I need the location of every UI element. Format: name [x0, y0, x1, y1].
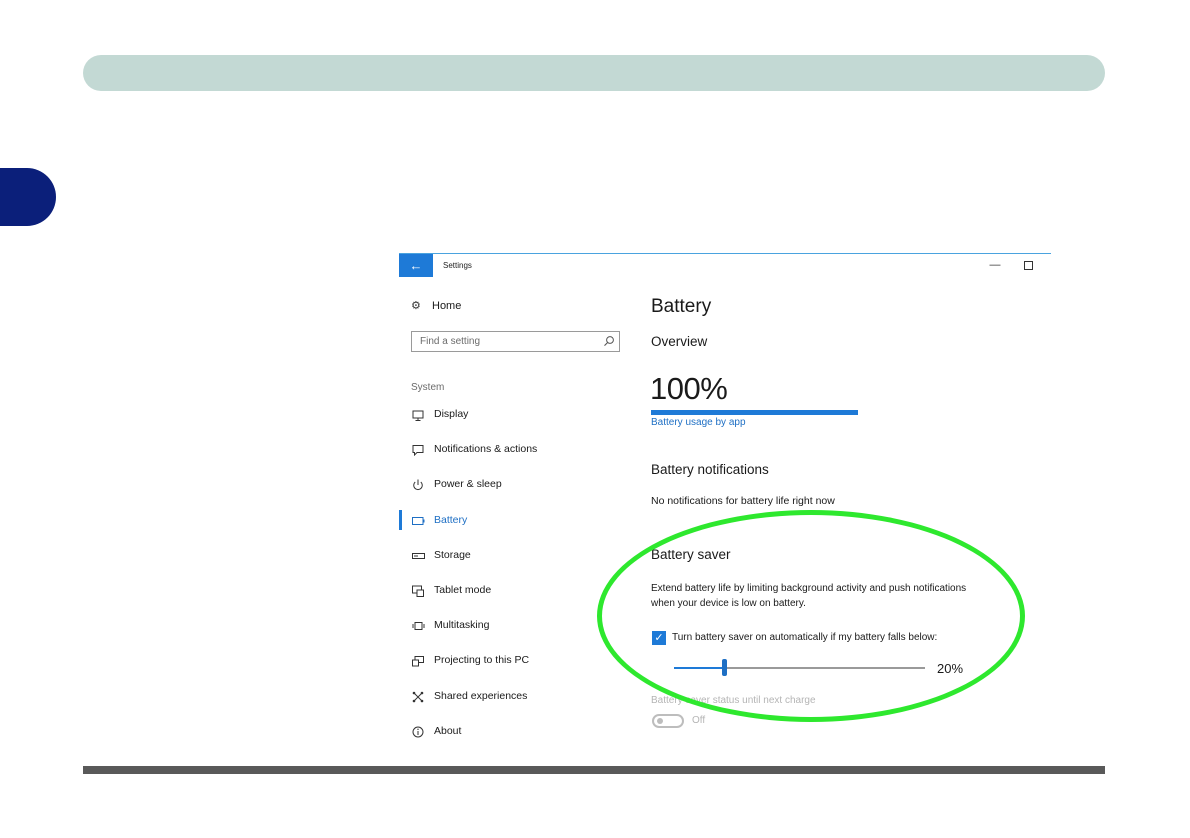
sidebar-item-battery[interactable]: Battery [399, 508, 639, 543]
sidebar-item-label: Display [434, 408, 469, 420]
page-title: Battery [651, 296, 712, 317]
sidebar-item-storage[interactable]: Storage [399, 543, 639, 578]
back-arrow-icon: ← [409, 258, 423, 273]
sidebar-item-power[interactable]: Power & sleep [399, 472, 639, 507]
home-label: Home [432, 300, 462, 312]
sidebar-item-notifications[interactable]: Notifications & actions [399, 437, 639, 472]
sidebar-item-display[interactable]: Display [399, 402, 639, 437]
notifications-icon [411, 443, 425, 457]
battery-icon [411, 514, 425, 528]
gear-icon: ⚙ [411, 300, 421, 312]
sidebar-item-label: Notifications & actions [434, 443, 538, 456]
battery-usage-link[interactable]: Battery usage by app [651, 417, 746, 428]
saver-status-toggle-label: Off [692, 715, 706, 726]
saver-status-toggle[interactable] [652, 714, 684, 728]
notifications-heading: Battery notifications [651, 462, 769, 477]
display-icon [411, 408, 425, 422]
search-icon [604, 336, 614, 346]
tablet-mode-icon [411, 584, 425, 598]
sidebar-item-label: Tablet mode [434, 583, 492, 596]
sidebar-item-label: About [434, 724, 462, 737]
window-title: Settings [443, 261, 472, 270]
back-button[interactable]: ← [399, 254, 433, 277]
storage-icon [411, 549, 425, 563]
nav-list: Display Notifications & actions Power & … [399, 402, 639, 748]
battery-level-fill [651, 410, 858, 415]
toggle-knob [657, 718, 663, 724]
section-label: System [411, 382, 445, 393]
title-bar: ← Settings — [399, 254, 1051, 277]
footer-rule [83, 766, 1105, 774]
header-bar [83, 55, 1105, 91]
sidebar-item-label: Storage [434, 548, 471, 561]
notifications-text: No notifications for battery life right … [651, 495, 835, 507]
info-icon [411, 725, 425, 739]
overview-heading: Overview [651, 334, 708, 349]
sidebar-item-projecting[interactable]: Projecting to this PC [399, 648, 639, 683]
maximize-icon [1023, 260, 1033, 270]
sidebar-item-label: Battery [434, 513, 468, 526]
highlight-ellipse [597, 510, 1025, 722]
battery-percent: 100% [650, 371, 728, 406]
sidebar-item-shared-experiences[interactable]: Shared experiences [399, 684, 639, 719]
sidebar-item-label: Power & sleep [434, 478, 502, 491]
power-icon [411, 478, 425, 492]
maximize-button[interactable] [1018, 254, 1038, 277]
sidebar-item-label: Multitasking [434, 619, 490, 632]
home-link[interactable]: ⚙ Home [411, 299, 461, 312]
battery-level-bar [651, 410, 858, 415]
shared-experiences-icon [411, 690, 425, 704]
chapter-tab [0, 168, 56, 226]
minimize-button[interactable]: — [985, 254, 1005, 277]
search-placeholder: Find a setting [420, 336, 481, 347]
search-input[interactable]: Find a setting [411, 331, 620, 352]
sidebar-item-about[interactable]: About [399, 719, 639, 748]
projecting-icon [411, 654, 425, 668]
sidebar-item-label: Shared experiences [434, 689, 528, 702]
multitasking-icon [411, 619, 425, 633]
sidebar-item-label: Projecting to this PC [434, 654, 530, 667]
